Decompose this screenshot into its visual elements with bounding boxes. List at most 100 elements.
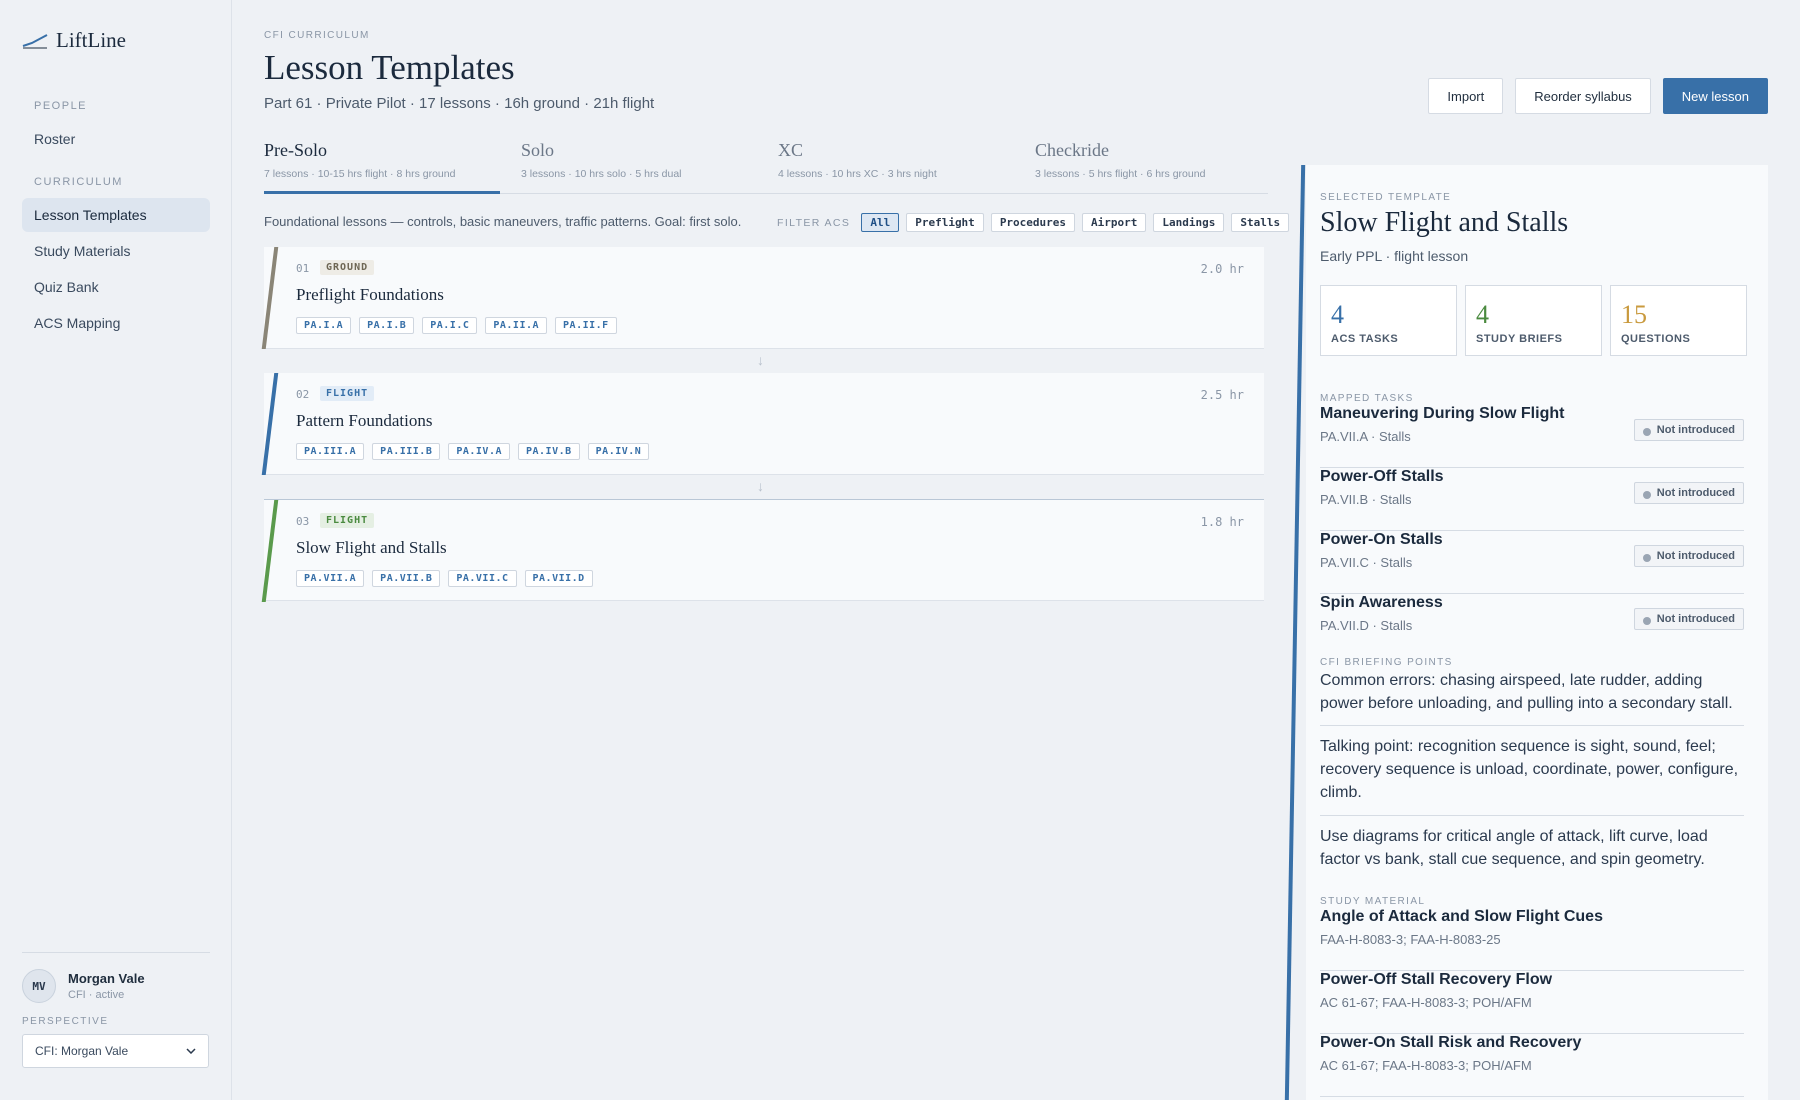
header-actions: Import Reorder syllabus New lesson (1428, 78, 1768, 114)
acs-code[interactable]: PA.VII.C (448, 570, 517, 587)
tab-checkride[interactable]: Checkride 3 lessons · 5 hrs flight · 6 h… (1035, 140, 1271, 194)
stat-label: STUDY BRIEFS (1476, 333, 1563, 345)
phase-tabs: Pre-Solo 7 lessons · 10-15 hrs flight · … (264, 140, 1268, 194)
sidebar-item-roster[interactable]: Roster (22, 122, 210, 156)
perspective-value: CFI: Morgan Vale (35, 1044, 129, 1058)
acs-code[interactable]: PA.VII.A (296, 570, 365, 587)
page-eyebrow: CFI CURRICULUM (264, 30, 370, 41)
material-title: Power-Off Stall Recovery Flow (1320, 971, 1553, 988)
acs-code[interactable]: PA.I.A (296, 317, 352, 334)
acs-code[interactable]: PA.VII.B (372, 570, 441, 587)
acs-code[interactable]: PA.II.F (555, 317, 617, 334)
stat-questions: 15 QUESTIONS (1610, 285, 1747, 356)
mapped-task[interactable]: Maneuvering During Slow Flight PA.VII.A … (1320, 405, 1744, 468)
stat-label: ACS TASKS (1331, 333, 1399, 345)
sidebar-item-acs-mapping[interactable]: ACS Mapping (22, 306, 210, 340)
study-material-heading: STUDY MATERIAL (1320, 896, 1426, 907)
new-lesson-button[interactable]: New lesson (1662, 78, 1768, 114)
stat-study-briefs: 4 STUDY BRIEFS (1465, 285, 1602, 356)
tab-xc[interactable]: XC 4 lessons · 10 hrs XC · 3 hrs night (778, 140, 1014, 194)
template-detail-panel: SELECTED TEMPLATE Slow Flight and Stalls… (1306, 165, 1768, 1100)
lesson-card-selected[interactable]: 03 FLIGHT 1.8 hr Slow Flight and Stalls … (261, 499, 1264, 602)
acs-code[interactable]: PA.VII.D (524, 570, 593, 587)
lesson-number: 01 (296, 262, 310, 275)
acs-code[interactable]: PA.II.A (485, 317, 548, 334)
filter-chip-all[interactable]: All (861, 213, 900, 232)
perspective-select[interactable]: CFI: Morgan Vale (22, 1034, 209, 1068)
tab-label: XC (778, 140, 804, 160)
mapped-task[interactable]: Power-Off Stalls PA.VII.B · Stalls Not i… (1320, 468, 1744, 531)
briefing-point: Use diagrams for critical angle of attac… (1320, 828, 1708, 868)
user-name: Morgan Vale (68, 971, 145, 986)
acs-filter: FILTER ACS All Preflight Procedures Airp… (777, 213, 1290, 232)
acs-code[interactable]: PA.I.B (359, 317, 415, 334)
briefing-point: Talking point: recognition sequence is s… (1320, 738, 1739, 801)
study-material-item[interactable]: Power-Off Stall Recovery Flow AC 61-67; … (1320, 971, 1744, 1034)
acs-code[interactable]: PA.I.C (422, 317, 478, 334)
brand[interactable]: LiftLine (22, 28, 126, 53)
tab-meta: 4 lessons · 10 hrs XC · 3 hrs night (778, 168, 937, 180)
chevron-down-icon (186, 1048, 196, 1054)
acs-code[interactable]: PA.IV.A (448, 443, 510, 460)
filter-chip-stalls[interactable]: Stalls (1231, 213, 1290, 232)
lesson-type-badge: FLIGHT (320, 513, 375, 528)
lesson-title: Slow Flight and Stalls (296, 538, 447, 557)
reorder-syllabus-button[interactable]: Reorder syllabus (1515, 78, 1651, 114)
arrow-down-icon: ↓ (757, 478, 764, 494)
sidebar-item-quiz-bank[interactable]: Quiz Bank (22, 270, 210, 304)
material-source: AC 61-67; FAA-H-8083-3; POH/AFM (1320, 995, 1532, 1010)
acs-code[interactable]: PA.IV.B (518, 443, 580, 460)
mapped-tasks-heading: MAPPED TASKS (1320, 393, 1414, 404)
lesson-hours: 2.0 hr (1200, 262, 1244, 276)
sidebar-item-lesson-templates[interactable]: Lesson Templates (22, 198, 210, 232)
acs-code[interactable]: PA.IV.N (587, 443, 650, 460)
briefing-heading: CFI BRIEFING POINTS (1320, 657, 1453, 668)
acs-code[interactable]: PA.III.A (296, 443, 365, 460)
lesson-accent-bar (261, 373, 279, 475)
status-badge: Not introduced (1633, 419, 1744, 441)
tab-pre-solo[interactable]: Pre-Solo 7 lessons · 10-15 hrs flight · … (264, 140, 500, 194)
panel-title: Slow Flight and Stalls (1320, 207, 1569, 238)
tab-meta: 3 lessons · 10 hrs solo · 5 hrs dual (521, 168, 682, 180)
material-title: Power-On Stall Risk and Recovery (1320, 1034, 1582, 1051)
study-material-item[interactable]: Angle of Attack and Slow Flight Cues FAA… (1320, 908, 1744, 971)
sidebar-item-study-materials[interactable]: Study Materials (22, 234, 210, 268)
lesson-number: 02 (296, 388, 310, 401)
lesson-accent-bar (261, 500, 279, 602)
filter-chip-landings[interactable]: Landings (1153, 213, 1225, 232)
brand-name: LiftLine (56, 28, 126, 52)
briefing-point: Common errors: chasing airspeed, late ru… (1320, 672, 1733, 712)
briefing-divider (1320, 815, 1744, 816)
lesson-hours: 1.8 hr (1200, 515, 1244, 529)
lesson-card[interactable]: 02 FLIGHT 2.5 hr Pattern Foundations PA.… (261, 373, 1264, 475)
panel-accent-edge (1284, 165, 1306, 1100)
lesson-title: Pattern Foundations (296, 411, 433, 430)
lesson-hours: 2.5 hr (1200, 388, 1244, 402)
tab-meta: 3 lessons · 5 hrs flight · 6 hrs ground (1035, 168, 1206, 180)
filter-chip-procedures[interactable]: Procedures (990, 213, 1076, 232)
phase-description: Foundational lessons — controls, basic m… (264, 214, 742, 229)
user-role: CFI · active (68, 989, 125, 1001)
acs-code-list: PA.VII.A PA.VII.B PA.VII.C PA.VII.D (296, 570, 593, 587)
material-source: FAA-H-8083-3; FAA-H-8083-25 (1320, 932, 1501, 947)
mapped-task[interactable]: Spin Awareness PA.VII.D · Stalls Not int… (1320, 594, 1744, 657)
acs-code[interactable]: PA.III.B (372, 443, 441, 460)
user-profile[interactable]: MV Morgan Vale CFI · active (22, 969, 145, 1003)
nav-heading-people: PEOPLE (34, 100, 88, 112)
lesson-type-badge: FLIGHT (320, 386, 375, 401)
import-button[interactable]: Import (1428, 78, 1504, 114)
mapped-task[interactable]: Power-On Stalls PA.VII.C · Stalls Not in… (1320, 531, 1744, 594)
briefing-divider (1320, 725, 1744, 726)
filter-chip-preflight[interactable]: Preflight (906, 213, 984, 232)
filter-chip-airport[interactable]: Airport (1082, 213, 1147, 232)
tab-label: Solo (521, 140, 555, 160)
lesson-card[interactable]: 01 GROUND 2.0 hr Preflight Foundations P… (261, 247, 1264, 349)
material-source: AC 61-67; FAA-H-8083-3; POH/AFM (1320, 1058, 1532, 1073)
study-material-item[interactable]: Power-On Stall Risk and Recovery AC 61-6… (1320, 1034, 1744, 1097)
arrow-down-icon: ↓ (757, 352, 764, 368)
panel-eyebrow: SELECTED TEMPLATE (1320, 192, 1452, 203)
liftline-logo-icon (22, 33, 48, 48)
tab-solo[interactable]: Solo 3 lessons · 10 hrs solo · 5 hrs dua… (521, 140, 757, 194)
stat-value: 15 (1621, 300, 1647, 329)
material-title: Angle of Attack and Slow Flight Cues (1320, 908, 1603, 925)
